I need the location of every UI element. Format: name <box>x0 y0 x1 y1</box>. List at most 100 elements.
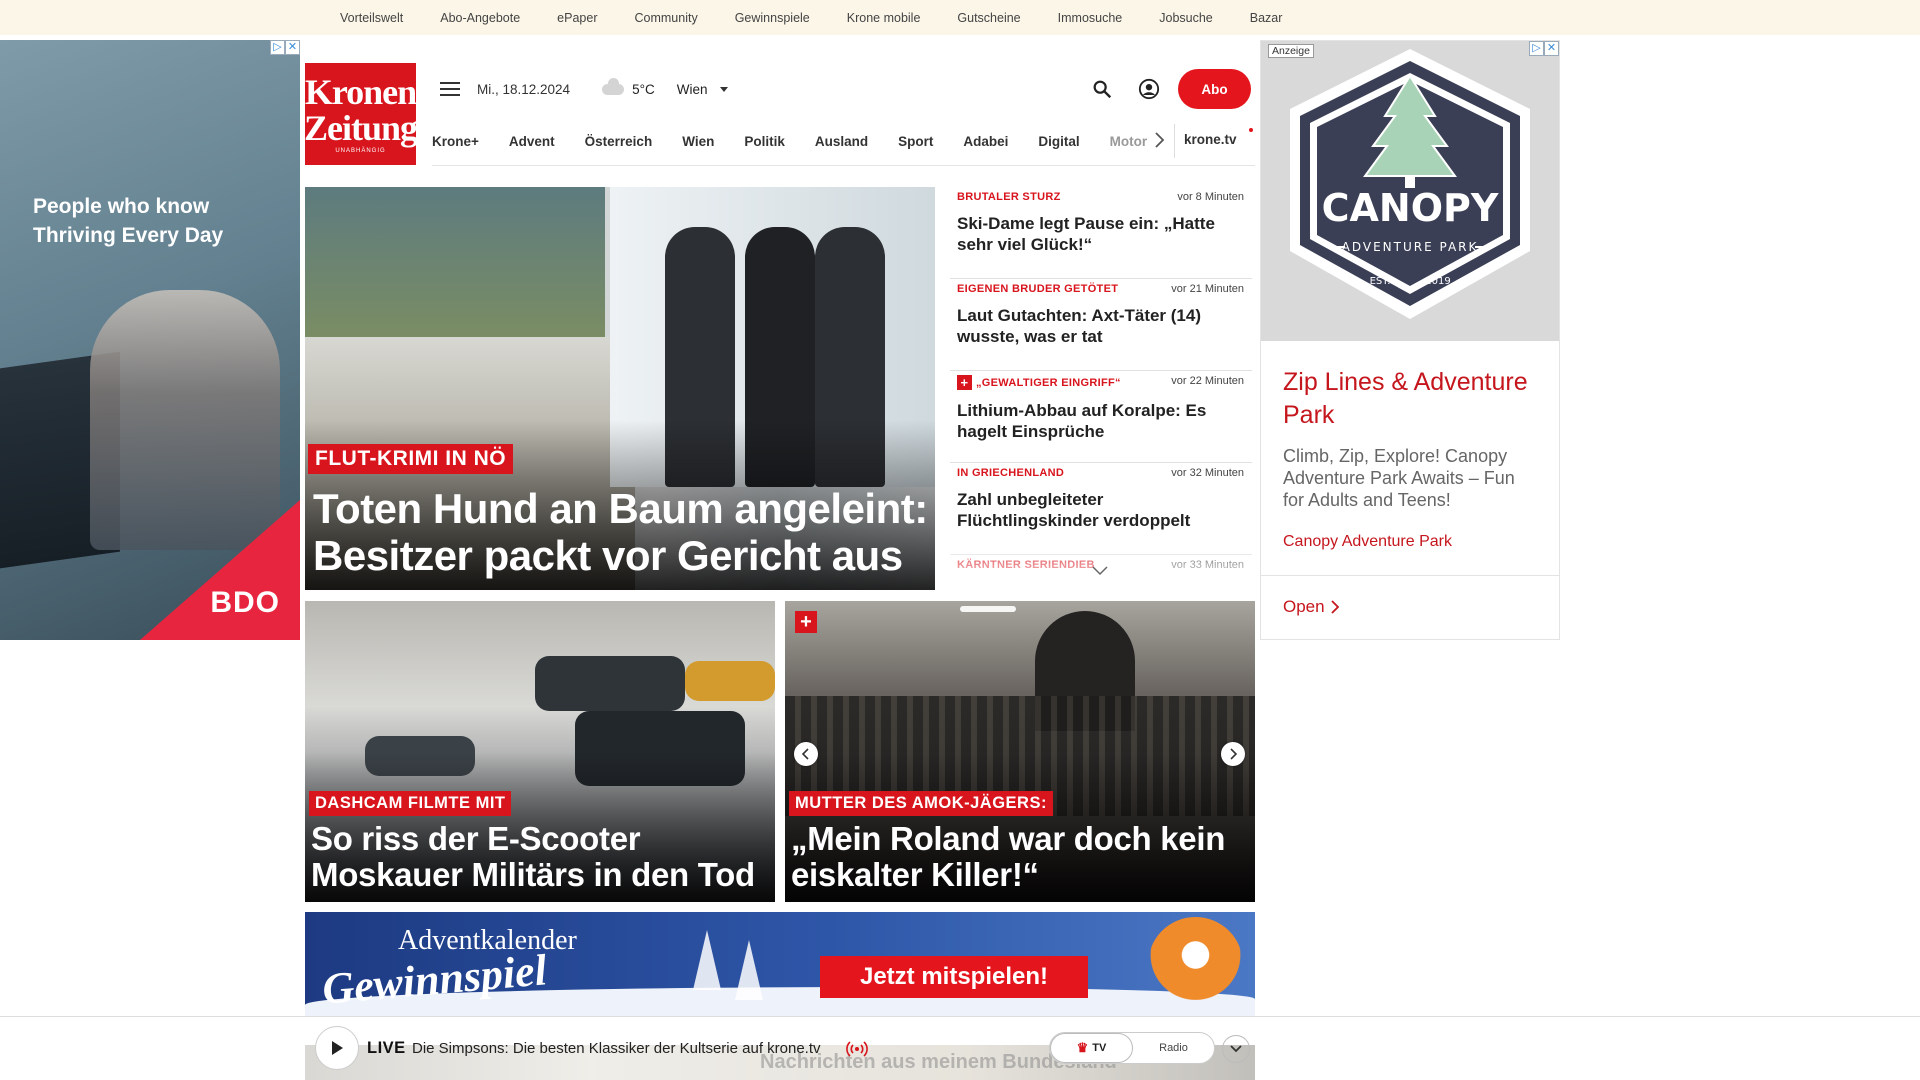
broadcast-icon <box>846 1041 868 1057</box>
play-button[interactable] <box>315 1026 359 1070</box>
utility-link[interactable]: Gutscheine <box>957 11 1020 25</box>
utility-link[interactable]: Abo-Angebote <box>440 11 520 25</box>
abo-button[interactable]: Abo <box>1178 69 1251 109</box>
news-item[interactable]: BRUTALER STURZ vor 8 Minuten Ski-Dame le… <box>950 187 1252 279</box>
nav-item[interactable]: Wien <box>682 134 714 149</box>
teaser-kicker: DASHCAM FILMTE MIT <box>309 791 512 816</box>
nav-item[interactable]: Krone+ <box>432 134 479 149</box>
temperature: 5°C <box>632 81 655 97</box>
krone-plus-icon: + <box>957 375 972 390</box>
canopy-logo-est: EST. <box>1370 276 1391 287</box>
play-now-button[interactable]: Jetzt mitspielen! <box>820 956 1088 998</box>
chevron-left-icon[interactable] <box>794 742 818 766</box>
news-item[interactable]: EIGENEN BRUDER GETÖTET vor 21 Minuten La… <box>950 279 1252 371</box>
chevron-down-icon[interactable] <box>1092 566 1108 576</box>
utility-link[interactable]: Krone mobile <box>847 11 921 25</box>
utility-links: Vorteilswelt Abo-Angebote ePaper Communi… <box>340 0 1319 35</box>
ad-close-icon[interactable]: ✕ <box>1544 41 1559 56</box>
ad-sponsor[interactable]: Canopy Adventure Park <box>1283 533 1452 551</box>
search-icon[interactable] <box>1091 78 1113 100</box>
nav-item[interactable]: Digital <box>1038 134 1079 149</box>
canopy-logo-year: 2019 <box>1425 276 1450 287</box>
nav-divider <box>1174 124 1175 158</box>
live-label: LIVE <box>367 1039 406 1057</box>
chevron-down-icon[interactable] <box>719 86 728 92</box>
crown-icon: ♛ <box>1076 1040 1089 1055</box>
advent-calendar-banner[interactable]: Adventkalender Gewinnspiel Jetzt mitspie… <box>305 912 1255 1017</box>
nav-item[interactable]: Sport <box>898 134 933 149</box>
news-title: Laut Gutachten: Axt-Täter (14) wusste, w… <box>957 306 1202 346</box>
news-item[interactable]: + „GEWALTIGER EINGRIFF“ vor 22 Minuten L… <box>950 371 1252 463</box>
main-navigation: Krone+ Advent Österreich Wien Politik Au… <box>432 121 1151 161</box>
teaser-article[interactable]: DASHCAM FILMTE MIT So riss der E-Scooter… <box>305 601 775 902</box>
teaser-headline: „Mein Roland war doch kein eiskalter Kil… <box>791 820 1226 893</box>
ad-headline: People who know Thriving Every Day <box>33 195 224 247</box>
news-time: vor 33 Minuten <box>1171 559 1244 571</box>
ad-description: Climb, Zip, Explore! Canopy Adventure Pa… <box>1283 446 1515 510</box>
news-time: vor 32 Minuten <box>1171 467 1244 479</box>
teaser-kicker: MUTTER DES AMOK-JÄGERS: <box>789 791 1053 816</box>
ad-open-button[interactable]: Open <box>1283 597 1339 617</box>
ad-headline[interactable]: Zip Lines & Adventure Park <box>1283 366 1533 432</box>
teaser-image-car <box>535 656 685 711</box>
hero-headline: Toten Hund an Baum angeleint: Besitzer p… <box>313 485 928 579</box>
news-item[interactable]: KÄRNTNER SERIENDIEB vor 33 Minuten <box>950 555 1252 599</box>
utility-link[interactable]: Jobsuche <box>1159 11 1213 25</box>
left-skyscraper-ad[interactable]: People who know Thriving Every Day BDO ▷… <box>0 40 300 640</box>
slider-indicator <box>960 606 1016 612</box>
ad-close-icon[interactable]: ✕ <box>285 40 300 55</box>
utility-link[interactable]: Gewinnspiele <box>735 11 810 25</box>
news-title: Ski-Dame legt Pause ein: „Hatte sehr vie… <box>957 214 1215 254</box>
nav-item[interactable]: Politik <box>744 134 785 149</box>
banner-tree-graphic <box>693 930 721 990</box>
krone-tv-link[interactable]: krone.tv <box>1184 132 1237 147</box>
ad-label: Anzeige <box>1268 44 1314 58</box>
nav-item[interactable]: Ausland <box>815 134 868 149</box>
canopy-logo-sub: ADVENTURE PARK <box>1342 240 1479 254</box>
utility-link[interactable]: ePaper <box>557 11 597 25</box>
menu-icon[interactable] <box>440 82 460 96</box>
top-utility-bar: Vorteilswelt Abo-Angebote ePaper Communi… <box>0 0 1920 35</box>
chevron-right-icon[interactable] <box>1221 742 1245 766</box>
location-select[interactable]: Wien <box>677 82 708 97</box>
expand-player-button[interactable] <box>1222 1035 1250 1063</box>
krone-plus-icon: + <box>795 611 817 633</box>
nav-item[interactable]: Advent <box>509 134 555 149</box>
hero-article[interactable]: FLUT-KRIMI IN NÖ Toten Hund an Baum ange… <box>305 187 935 590</box>
utility-link[interactable]: Vorteilswelt <box>340 11 403 25</box>
teaser-headline: So riss der E-Scooter Moskauer Militärs … <box>311 820 755 893</box>
teaser-image-van <box>685 661 775 701</box>
nav-item[interactable]: Österreich <box>585 134 653 149</box>
banner-mascot <box>1148 917 1243 1012</box>
utility-link[interactable]: Immosuche <box>1058 11 1123 25</box>
teaser-article[interactable]: + MUTTER DES AMOK-JÄGERS: „Mein Roland w… <box>785 601 1255 902</box>
adchoices-icon[interactable]: ▷ <box>270 40 285 55</box>
header-row: Mi., 18.12.2024 5°C Wien <box>440 72 728 106</box>
hero-kicker: FLUT-KRIMI IN NÖ <box>308 444 514 474</box>
nav-item[interactable]: Adabei <box>963 134 1008 149</box>
radio-option[interactable]: Radio <box>1133 1033 1214 1063</box>
news-title: Zahl unbegleiteter Flüchtlingskinder ver… <box>957 490 1191 530</box>
utility-link[interactable]: Bazar <box>1250 11 1283 25</box>
adchoices-controls[interactable]: ▷ ✕ <box>270 40 300 55</box>
header-divider <box>432 165 1255 166</box>
ad-image: CANOPY ADVENTURE PARK EST. 2019 <box>1261 41 1559 341</box>
adchoices-controls[interactable]: ▷ ✕ <box>1529 41 1559 56</box>
cloud-icon <box>602 77 625 95</box>
utility-link[interactable]: Community <box>634 11 697 25</box>
chevron-right-icon <box>1330 600 1339 614</box>
news-item[interactable]: IN GRIECHENLAND vor 32 Minuten Zahl unbe… <box>950 463 1252 555</box>
ad-brand-logo: BDO <box>210 586 280 619</box>
chevron-right-icon[interactable] <box>1153 131 1165 149</box>
right-skyscraper-ad[interactable]: CANOPY ADVENTURE PARK EST. 2019 Anzeige … <box>1260 40 1560 640</box>
banner-tree-graphic <box>735 940 763 1000</box>
adchoices-icon[interactable]: ▷ <box>1529 41 1544 56</box>
news-title: Lithium-Abbau auf Koralpe: Es hagelt Ein… <box>957 401 1207 441</box>
current-program[interactable]: Die Simpsons: Die besten Klassiker der K… <box>412 1040 821 1057</box>
tv-radio-toggle: ♛ TV Radio <box>1049 1032 1215 1064</box>
live-indicator-dot <box>1249 128 1253 132</box>
tv-option[interactable]: ♛ TV <box>1050 1033 1133 1063</box>
kronen-zeitung-logo[interactable]: Kronen Zeitung UNABHÄNGIG <box>304 63 418 165</box>
nav-item-overflow[interactable]: Motor <box>1110 134 1148 149</box>
user-account-icon[interactable] <box>1138 78 1160 100</box>
